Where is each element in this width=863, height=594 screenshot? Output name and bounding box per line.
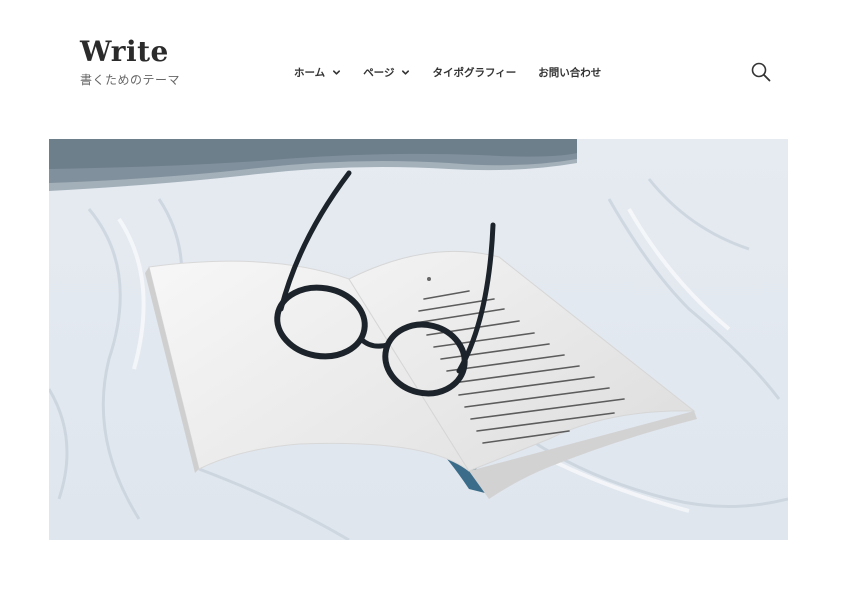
book-and-glasses-photo <box>49 139 788 540</box>
main-navigation: ホーム ページ タイポグラフィー お問い合わせ <box>294 64 601 80</box>
nav-item-contact[interactable]: お問い合わせ <box>538 65 601 80</box>
nav-item-label: タイポグラフィー <box>432 66 517 79</box>
site-title-link[interactable]: Write <box>80 36 180 68</box>
nav-item-label: ホーム <box>294 66 326 79</box>
nav-item-pages[interactable]: ページ <box>363 65 410 80</box>
nav-item-label: ページ <box>363 66 395 79</box>
nav-item-home[interactable]: ホーム <box>294 65 341 80</box>
site-header: Write 書くためのテーマ ホーム ページ タイポグラフィー お問い合わせ <box>0 0 863 110</box>
nav-item-label: お問い合わせ <box>538 66 602 79</box>
search-icon <box>751 62 771 82</box>
chevron-down-icon[interactable] <box>401 68 410 77</box>
site-branding: Write 書くためのテーマ <box>80 36 180 88</box>
site-description: 書くためのテーマ <box>80 73 181 87</box>
page: Write 書くためのテーマ ホーム ページ タイポグラフィー お問い合わせ <box>0 0 863 594</box>
chevron-down-icon[interactable] <box>332 68 341 77</box>
hero-image <box>49 139 788 540</box>
search-button[interactable] <box>750 61 772 83</box>
nav-item-typography[interactable]: タイポグラフィー <box>432 65 516 80</box>
